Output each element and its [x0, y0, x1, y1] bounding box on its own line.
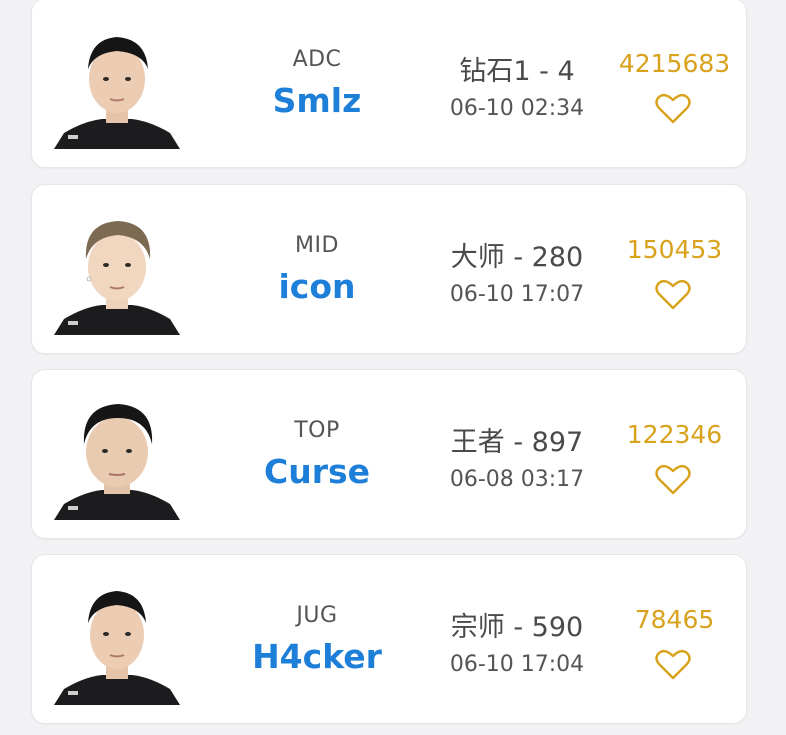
- heart-outline-icon[interactable]: [655, 649, 691, 681]
- player-time: 06-08 03:17: [449, 467, 585, 492]
- player-rank: 宗师 - 590: [450, 612, 584, 643]
- player-name[interactable]: icon: [232, 267, 402, 306]
- player-name[interactable]: H4cker: [232, 637, 402, 676]
- player-avatar: [54, 577, 180, 705]
- player-role: ADC: [292, 47, 342, 72]
- player-card[interactable]: TOP Curse 王者 - 897 06-08 03:17 122346: [31, 369, 747, 539]
- player-time: 06-10 02:34: [449, 96, 585, 121]
- player-avatar: [54, 21, 180, 149]
- player-name[interactable]: Curse: [232, 452, 402, 491]
- player-rank: 大师 - 280: [450, 242, 584, 273]
- player-role: MID: [295, 233, 339, 258]
- player-rank: 钻石1 - 4: [459, 56, 575, 87]
- player-score: 4215683: [618, 49, 731, 78]
- player-rank: 王者 - 897: [450, 427, 584, 458]
- player-score: 122346: [626, 420, 723, 449]
- heart-outline-icon[interactable]: [655, 93, 691, 125]
- player-name[interactable]: Smlz: [232, 81, 402, 120]
- player-card[interactable]: ADC Smlz 钻石1 - 4 06-10 02:34 4215683: [31, 0, 747, 168]
- player-card[interactable]: JUG H4cker 宗师 - 590 06-10 17:04 78465: [31, 554, 747, 724]
- heart-outline-icon[interactable]: [655, 464, 691, 496]
- player-avatar: [54, 207, 180, 335]
- heart-outline-icon[interactable]: [655, 279, 691, 311]
- player-role: JUG: [296, 603, 338, 628]
- player-time: 06-10 17:04: [449, 652, 585, 677]
- player-card[interactable]: MID icon 大师 - 280 06-10 17:07 150453: [31, 184, 747, 354]
- player-score: 78465: [634, 605, 715, 634]
- player-list: ADC Smlz 钻石1 - 4 06-10 02:34 4215683 MID…: [0, 0, 786, 735]
- player-time: 06-10 17:07: [449, 282, 585, 307]
- player-avatar: [54, 392, 180, 520]
- player-role: TOP: [294, 418, 340, 443]
- player-score: 150453: [626, 235, 723, 264]
